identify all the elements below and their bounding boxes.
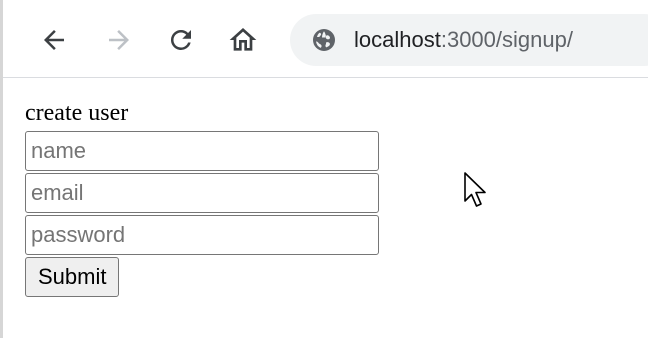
arrow-left-icon	[44, 30, 64, 50]
submit-button[interactable]: Submit	[25, 257, 120, 297]
home-button[interactable]	[225, 22, 261, 58]
page-heading: create user	[25, 100, 129, 126]
address-bar[interactable]: localhost:3000/signup/	[290, 14, 648, 66]
browser-toolbar: localhost:3000/signup/	[3, 0, 648, 78]
globe-icon[interactable]	[312, 28, 336, 52]
name-input[interactable]	[25, 131, 379, 171]
mouse-pointer-icon	[464, 172, 486, 207]
reload-button[interactable]	[163, 22, 199, 58]
reload-icon	[170, 29, 191, 50]
arrow-right-icon	[109, 30, 129, 50]
url-path: :3000/signup/	[440, 27, 573, 52]
email-input[interactable]	[25, 173, 379, 213]
home-icon	[229, 28, 257, 51]
back-button[interactable]	[36, 22, 72, 58]
signup-form: create user Submit	[25, 98, 379, 297]
url-text[interactable]: localhost:3000/signup/	[354, 26, 573, 54]
forward-button[interactable]	[101, 22, 137, 58]
password-input[interactable]	[25, 215, 379, 255]
url-host: localhost	[354, 27, 441, 52]
